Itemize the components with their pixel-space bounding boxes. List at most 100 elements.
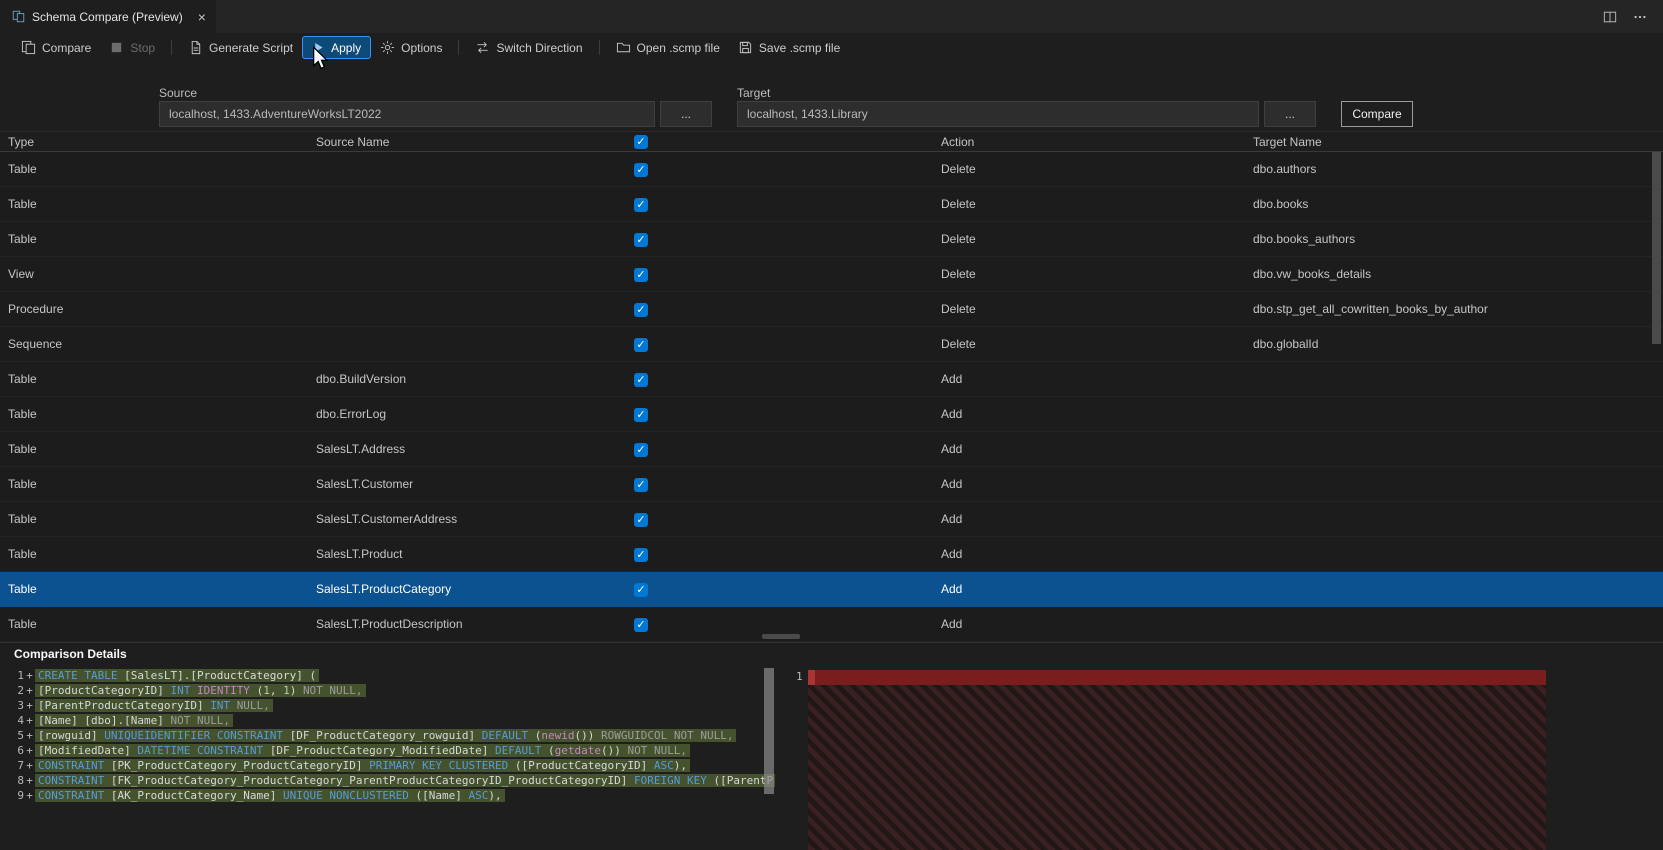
row-include-checkbox[interactable]: ✓ xyxy=(634,477,648,492)
diff-editor-scrollbar-thumb[interactable] xyxy=(764,668,774,794)
table-row[interactable]: Table SalesLT.ProductCategory ✓ Add xyxy=(0,572,1663,607)
select-all-checkbox[interactable]: ✓ xyxy=(634,135,648,149)
row-type: Table xyxy=(8,232,37,246)
row-target-name: dbo.stp_get_all_cowritten_books_by_autho… xyxy=(1253,302,1488,316)
row-action: Delete xyxy=(941,162,976,176)
line-number: 7 xyxy=(17,759,24,772)
table-row[interactable]: Table SalesLT.ProductDescription ✓ Add xyxy=(0,607,1663,642)
code-line: 4 + [Name] [dbo].[Name] NOT NULL, xyxy=(0,713,775,728)
save-scmp-button[interactable]: Save .scmp file xyxy=(729,36,849,59)
table-row[interactable]: Table ✓ Delete dbo.books_authors xyxy=(0,222,1663,257)
line-number: 9 xyxy=(17,789,24,802)
row-include-checkbox[interactable]: ✓ xyxy=(634,512,648,527)
compare-action-button[interactable]: Compare xyxy=(1341,101,1413,127)
row-action: Add xyxy=(941,617,963,631)
generate-script-button-label: Generate Script xyxy=(209,40,294,55)
row-include-checkbox[interactable]: ✓ xyxy=(634,582,648,597)
row-include-checkbox[interactable]: ✓ xyxy=(634,302,648,317)
diff-add-sign: + xyxy=(26,774,33,787)
row-include-checkbox[interactable]: ✓ xyxy=(634,617,648,632)
diff-add-sign: + xyxy=(26,684,33,697)
code-line: 6 + [ModifiedDate] DATETIME CONSTRAINT [DF… xyxy=(0,743,775,758)
comparison-grid: Type Source Name ✓ Action Target Name Ta… xyxy=(0,131,1663,642)
diff-add-sign: + xyxy=(26,699,33,712)
options-button[interactable]: Options xyxy=(371,36,451,59)
table-row[interactable]: Table SalesLT.Product ✓ Add xyxy=(0,537,1663,572)
toolbar-separator xyxy=(458,40,460,55)
row-include-checkbox[interactable]: ✓ xyxy=(634,372,648,387)
close-icon[interactable]: × xyxy=(198,10,206,24)
line-number: 6 xyxy=(17,744,24,757)
code-line-text: [Name] [dbo].[Name] NOT NULL, xyxy=(35,714,234,727)
row-include-checkbox[interactable]: ✓ xyxy=(634,547,648,562)
row-type: Table xyxy=(8,372,37,386)
compare-button[interactable]: Compare xyxy=(12,36,100,59)
grid-hscrollbar-thumb[interactable] xyxy=(762,634,800,639)
table-row[interactable]: Table ✓ Delete dbo.authors xyxy=(0,152,1663,187)
open-scmp-button-label: Open .scmp file xyxy=(636,40,720,55)
row-target-name: dbo.globalId xyxy=(1253,337,1319,351)
open-scmp-button[interactable]: Open .scmp file xyxy=(607,36,729,59)
editor-tab-bar: Schema Compare (Preview) × xyxy=(0,0,1663,33)
row-include-checkbox[interactable]: ✓ xyxy=(634,442,648,457)
table-row[interactable]: View ✓ Delete dbo.vw_books_details xyxy=(0,257,1663,292)
apply-button-label: Apply xyxy=(331,40,362,55)
code-line: 8 + CONSTRAINT [FK_ProductCategory_Product… xyxy=(0,773,775,788)
table-row[interactable]: Procedure ✓ Delete dbo.stp_get_all_cowritte… xyxy=(0,292,1663,327)
row-action: Add xyxy=(941,512,963,526)
diff-add-sign: + xyxy=(26,744,33,757)
apply-button[interactable]: Apply xyxy=(302,36,372,59)
row-action: Add xyxy=(941,477,963,491)
vertical-scrollbar-thumb[interactable] xyxy=(1652,152,1661,344)
line-number: 3 xyxy=(17,699,24,712)
row-source-name: SalesLT.ProductDescription xyxy=(316,617,463,631)
code-line: 5 + [rowguid] UNIQUEIDENTIFIER CONSTRAINT … xyxy=(0,728,775,743)
switch-direction-button[interactable]: Switch Direction xyxy=(466,36,591,59)
line-number: 4 xyxy=(17,714,24,727)
column-header-target-name: Target Name xyxy=(1253,134,1322,149)
row-action: Add xyxy=(941,372,963,386)
row-include-checkbox[interactable]: ✓ xyxy=(634,407,648,422)
row-include-checkbox[interactable]: ✓ xyxy=(634,337,648,352)
schema-compare-toolbar: Compare Stop Generate Script Apply Optio… xyxy=(0,33,1663,62)
line-number: 8 xyxy=(17,774,24,787)
code-line-text: [ProductCategoryID] INT IDENTITY (1, 1) … xyxy=(35,684,366,697)
target-connection-input[interactable] xyxy=(737,101,1259,127)
row-include-checkbox[interactable]: ✓ xyxy=(634,267,648,282)
row-type: Table xyxy=(8,547,37,561)
source-browse-button[interactable]: ... xyxy=(660,101,712,127)
diff-view: 1 + CREATE TABLE [SalesLT].[ProductCategor… xyxy=(0,665,1663,850)
row-include-checkbox[interactable]: ✓ xyxy=(634,197,648,212)
row-include-checkbox[interactable]: ✓ xyxy=(634,232,648,247)
toolbar-separator xyxy=(171,40,173,55)
table-row[interactable]: Table SalesLT.Customer ✓ Add xyxy=(0,467,1663,502)
more-actions-icon[interactable] xyxy=(1633,10,1647,24)
code-line-text: [ModifiedDate] DATETIME CONSTRAINT [DF_P… xyxy=(35,744,691,757)
source-connection-input[interactable] xyxy=(159,101,655,127)
row-action: Delete xyxy=(941,302,976,316)
switch-direction-button-label: Switch Direction xyxy=(496,40,583,55)
stop-button[interactable]: Stop xyxy=(100,36,164,59)
table-row[interactable]: Table ✓ Delete dbo.books xyxy=(0,187,1663,222)
save-scmp-button-label: Save .scmp file xyxy=(758,40,841,55)
row-source-name: dbo.BuildVersion xyxy=(316,372,407,386)
table-row[interactable]: Table SalesLT.CustomerAddress ✓ Add xyxy=(0,502,1663,537)
target-diff-editor: 1 xyxy=(790,665,1546,850)
row-target-name: dbo.authors xyxy=(1253,162,1317,176)
row-action: Delete xyxy=(941,267,976,281)
target-browse-button[interactable]: ... xyxy=(1264,101,1316,127)
column-header-source-name: Source Name xyxy=(316,134,390,149)
column-header-action: Action xyxy=(941,134,975,149)
row-include-checkbox[interactable]: ✓ xyxy=(634,162,648,177)
row-type: View xyxy=(8,267,34,281)
connection-section: Source ... Target ... Compare xyxy=(0,62,1663,131)
tab-schema-compare[interactable]: Schema Compare (Preview) × xyxy=(0,0,216,33)
table-row[interactable]: Table dbo.BuildVersion ✓ Add xyxy=(0,362,1663,397)
row-type: Table xyxy=(8,442,37,456)
split-editor-icon[interactable] xyxy=(1603,10,1617,24)
editor-actions xyxy=(1603,0,1663,33)
table-row[interactable]: Table dbo.ErrorLog ✓ Add xyxy=(0,397,1663,432)
table-row[interactable]: Sequence ✓ Delete dbo.globalId xyxy=(0,327,1663,362)
generate-script-button[interactable]: Generate Script xyxy=(179,36,302,59)
table-row[interactable]: Table SalesLT.Address ✓ Add xyxy=(0,432,1663,467)
